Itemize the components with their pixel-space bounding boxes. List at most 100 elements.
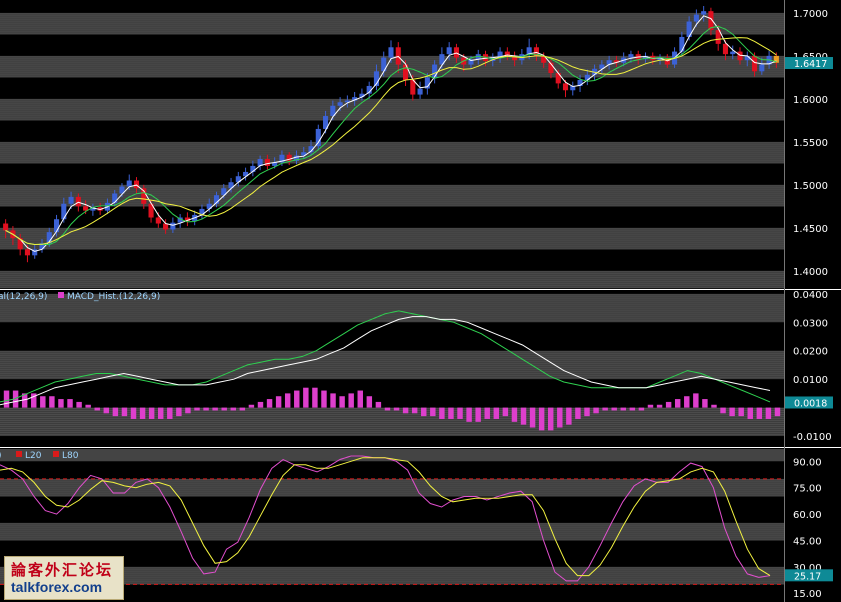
candle-body [432, 64, 438, 78]
macd-hist-bar [520, 407, 527, 425]
candle-body [264, 159, 270, 166]
macd-hist-bar [493, 407, 500, 419]
chart-canvas: al(12,26,9) MACD_Hist.(12,26,9) ) L20 L80 1… [0, 0, 841, 602]
macd-hist-bar [348, 393, 354, 408]
macd-hist-bar [720, 407, 726, 414]
macd-hist-bar [502, 407, 509, 417]
macd-legend-swatch [58, 292, 64, 298]
macd-hist-bar [656, 404, 663, 408]
macd-hist-bar [466, 407, 472, 422]
candle-body [722, 43, 729, 55]
candle-body [453, 47, 459, 58]
macd-hist-bar [584, 407, 590, 417]
stoch-legend-l80: L80 [62, 451, 79, 461]
macd-tick-label: 0.0100 [793, 375, 828, 386]
macd-last-label: 0.0018 [794, 398, 827, 409]
macd-hist-bar [665, 401, 672, 408]
macd-hist-bar [121, 407, 128, 417]
macd-hist-bar [103, 407, 110, 414]
price-tick-label: 1.5500 [793, 138, 828, 149]
macd-hist-bar [729, 407, 735, 417]
candle-body [679, 36, 685, 52]
macd-hist-bar [702, 399, 708, 408]
macd-hist-bar [49, 396, 55, 408]
macd-last-box: 0.0018 [785, 396, 833, 409]
macd-hist-bar [275, 396, 282, 408]
macd-hist-bar [303, 387, 309, 408]
macd-hist-bar [611, 407, 617, 411]
candle-body [752, 55, 758, 72]
macd-tick-label: 0.0200 [793, 347, 828, 358]
candle-body [562, 83, 569, 91]
last-price-label: 1.6417 [794, 59, 827, 70]
price-tick-label: 1.5000 [793, 181, 828, 192]
candle-body [126, 180, 132, 187]
candle-body [730, 51, 736, 55]
macd-hist-bar [620, 407, 626, 411]
candle-body [68, 196, 74, 204]
macd-hist-bar [3, 390, 10, 408]
macd-hist-bar [148, 407, 155, 419]
stoch-legend-swatch-l20 [16, 451, 22, 457]
macd-hist-bar [747, 407, 753, 419]
candle-body [3, 223, 9, 231]
macd-hist-bar [67, 399, 73, 408]
macd-legend-hist: MACD_Hist.(12,26,9) [67, 292, 160, 302]
macd-hist-bar [76, 401, 82, 408]
candle-body [155, 217, 161, 224]
macd-hist-bar [158, 407, 164, 419]
macd-hist-bar [402, 407, 409, 414]
candle-body [315, 128, 321, 147]
stoch-tick-label: 90.00 [793, 457, 822, 468]
candle-body [395, 47, 401, 65]
macd-hist-bar [575, 407, 581, 419]
candle-body [112, 193, 118, 203]
macd-hist-bar [430, 407, 436, 417]
candle-body [759, 64, 765, 72]
candle-body [388, 47, 394, 58]
price-tick-label: 1.6000 [793, 95, 828, 106]
macd-hist-bar [375, 401, 382, 408]
macd-hist-bar [230, 407, 236, 411]
macd-hist-bar [647, 404, 654, 408]
candle-body [446, 47, 452, 55]
macd-tick-label: 0.0400 [793, 290, 828, 301]
macd-hist-bar [167, 407, 173, 419]
candle-body [701, 11, 707, 15]
macd-hist-bar [693, 393, 699, 408]
last-price-box: 1.6417 [785, 57, 833, 70]
price-tick-label: 1.7000 [793, 9, 828, 20]
macd-hist-bar [629, 407, 636, 411]
macd-hist-bar [40, 396, 46, 408]
macd-hist-bar [593, 407, 599, 414]
stoch-legend-swatch-l80 [53, 451, 59, 457]
macd-hist-bar [139, 407, 146, 419]
macd-hist-bar [185, 407, 191, 414]
macd-hist-bar [384, 407, 391, 411]
macd-hist-bar [548, 407, 554, 431]
macd-hist-bar [176, 407, 182, 417]
talkforex-watermark-logo: 論客外汇论坛 talkforex.com [4, 556, 124, 600]
macd-hist-bar [294, 390, 300, 408]
stoch-legend-l20: L20 [25, 451, 42, 461]
candle-body [693, 14, 699, 22]
stoch-tick-label: 75.00 [793, 484, 822, 495]
macd-hist-bar [475, 407, 481, 422]
macd-hist-bar [484, 407, 490, 419]
macd-hist-bar [330, 393, 336, 408]
macd-hist-bar [284, 393, 291, 408]
candle-body [417, 88, 423, 95]
macd-hist-bar [448, 407, 454, 419]
macd-hist-bar [58, 399, 64, 408]
chart-window: al(12,26,9) MACD_Hist.(12,26,9) ) L20 L80 1… [0, 0, 841, 602]
candle-body [628, 54, 634, 58]
macd-hist-bar [638, 407, 645, 411]
macd-hist-bar [257, 401, 264, 408]
macd-hist-bar [321, 390, 327, 408]
macd-hist-bar [212, 407, 218, 411]
macd-hist-bar [566, 407, 572, 425]
price-panel [3, 6, 779, 263]
macd-hist-bar [366, 396, 373, 408]
stoch-legend-paren: ) [0, 451, 2, 461]
stoch-tick-label: 45.00 [793, 536, 822, 547]
